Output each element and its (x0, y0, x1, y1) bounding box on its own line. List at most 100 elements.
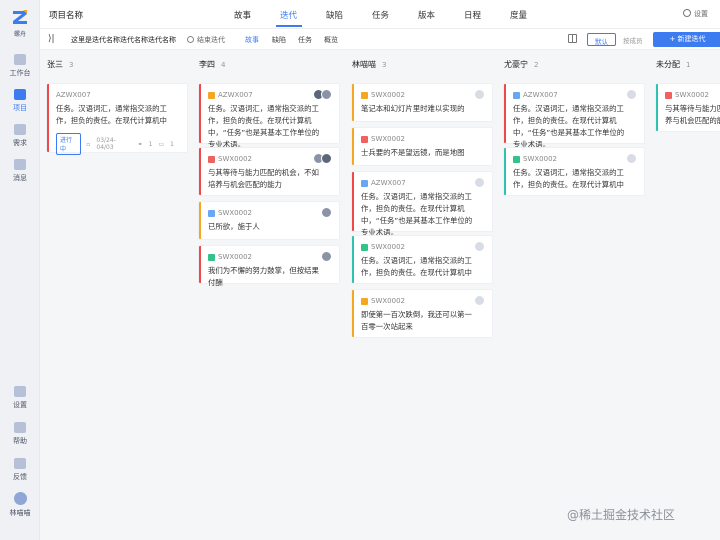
layout-toggle-icon[interactable] (568, 34, 577, 43)
assignee-avatar[interactable] (321, 153, 332, 164)
tab-metrics[interactable]: 度量 (510, 9, 527, 21)
rail-item-help[interactable]: 帮助 (0, 422, 40, 446)
end-iteration-button[interactable]: 结束迭代 (187, 35, 225, 45)
issue-card[interactable]: AZWX007 任务。汉语词汇，通常指交派的工作，担负的责任。在现代计算机中，“… (352, 172, 492, 237)
story-type-icon (361, 91, 368, 99)
subtab-tasks[interactable]: 任务 (298, 35, 312, 45)
issue-card[interactable]: AZWX007 任务。汉语词汇，通常指交派的工作，担负的责任。在现代计算机中，“… (504, 84, 644, 149)
link-icon: ⚭ (137, 140, 143, 148)
column-title: 李四 (199, 60, 215, 69)
issue-title: 与其等待与能力匹配的机会，不如培养与机会匹配的能力 (208, 168, 319, 189)
assignee-avatar[interactable] (474, 177, 485, 188)
app-logo[interactable]: 螺舟 (0, 8, 40, 38)
status-badge[interactable]: 进行中 (56, 133, 82, 155)
rail-label: 反馈 (13, 473, 27, 481)
assignee-avatar[interactable] (321, 89, 332, 100)
issue-card[interactable]: SWX0002 任务。汉语词汇，通常指交派的工作，担负的责任。在现代计算机中 (504, 148, 644, 195)
segment-by-member[interactable]: 按成员 (616, 33, 650, 46)
help-icon (14, 422, 26, 433)
issue-card[interactable]: SWX0002 即使第一百次跌倒，我还可以第一百零一次站起来 (352, 290, 492, 337)
assignee-avatar[interactable] (321, 251, 332, 262)
tab-stories[interactable]: 故事 (234, 9, 251, 21)
assignee-avatar[interactable] (474, 295, 485, 306)
column-title: 林喵喵 (352, 60, 376, 69)
subtab-defects[interactable]: 缺陷 (272, 35, 286, 45)
column-header: 张三 3 (40, 50, 183, 72)
column-linmiaomiao: 林喵喵 3 SWX0002 笔记本和幻灯片里时难以实现的 SWX0002 士兵要的… (345, 50, 492, 337)
task-type-icon (513, 91, 520, 99)
assignee-avatar[interactable] (626, 153, 637, 164)
column-youhaoning: 尤豪宁 2 AZWX007 任务。汉语词汇，通常指交派的工作，担负的责任。在现代计… (497, 50, 644, 195)
issue-id: SWX0002 (371, 135, 405, 143)
column-zhangsan: 张三 3 AZWX007 任务。汉语词汇，通常指交派的工作，担负的责任。在现代计算… (40, 50, 187, 155)
calendar-icon: ▫ (86, 140, 91, 148)
assignee-avatar[interactable] (474, 89, 485, 100)
subtab-overview[interactable]: 概览 (324, 35, 338, 45)
issue-id: SWX0002 (371, 243, 405, 251)
column-count: 1 (686, 61, 691, 69)
rail-label: 项目 (13, 104, 27, 112)
column-unassigned: 未分配 1 SWX0002 与其等待与能力匹配的机会，不如培养与机会匹配的能力 (649, 50, 720, 131)
rail-label: 工作台 (9, 69, 31, 77)
rail-item-workbench[interactable]: 工作台 (0, 54, 40, 78)
column-header: 林喵喵 3 (345, 50, 488, 72)
issue-card[interactable]: SWX0002 我们为不懈的努力鼓掌，但按结果付酬 (199, 246, 339, 287)
rail-item-requirements[interactable]: 需求 (0, 124, 40, 148)
issue-title: 我们为不懈的努力鼓掌，但按结果付酬 (208, 266, 319, 287)
issue-date: 03/24-04/03 (96, 137, 116, 151)
active-tab-indicator (276, 25, 302, 27)
issue-title: 任务。汉语词汇，通常指交派的工作，担负的责任。在现代计算机中，“任务”也是其基本… (361, 192, 473, 237)
rail-label: 设置 (13, 401, 27, 409)
rail-item-settings[interactable]: 设置 (0, 386, 40, 410)
assignee-avatar[interactable] (321, 207, 332, 218)
rail-item-messages[interactable]: 消息 (0, 159, 40, 183)
column-lisi: 李四 4 AZWX007 任务。汉语词汇，通常指交派的工作，担负的责任。在现代计算… (192, 50, 339, 287)
issue-card[interactable]: AZWX007 任务。汉语词汇，通常指交派的工作，担负的责任。在现代计算机中，“… (199, 84, 339, 149)
bug-type-icon (665, 91, 672, 99)
issue-card[interactable]: SWX0002 与其等待与能力匹配的机会，不如培养与机会匹配的能力 (199, 148, 339, 195)
issue-id: AZWX007 (218, 91, 253, 99)
segment-default[interactable]: 默认 (587, 33, 616, 46)
issue-card[interactable]: SWX0002 已所欲，施于人 (199, 202, 339, 239)
issue-title: 已所欲，施于人 (208, 222, 260, 231)
project-title: 项目名称 (49, 11, 84, 21)
issue-card[interactable]: AZWX007 任务。汉语词汇，通常指交派的工作，担负的责任。在现代计算机中 进… (47, 84, 187, 155)
rail-item-project[interactable]: 项目 (0, 89, 40, 113)
issue-card[interactable]: SWX0002 与其等待与能力匹配的机会，不如培养与机会匹配的能力 (656, 84, 720, 131)
iteration-name[interactable]: 这里是迭代名称迭代名称迭代名称 (71, 35, 176, 45)
issue-card[interactable]: SWX0002 笔记本和幻灯片里时难以实现的 (352, 84, 492, 121)
issue-id: SWX0002 (523, 155, 557, 163)
issue-title: 笔记本和幻灯片里时难以实现的 (361, 104, 465, 113)
bug-type-icon (361, 135, 368, 143)
column-count: 3 (69, 61, 74, 69)
done-type-icon (361, 243, 368, 251)
issue-card[interactable]: SWX0002 士兵要的不是望远镜，而是地图 (352, 128, 492, 165)
subtab-stories[interactable]: 故事 (245, 35, 259, 45)
assignee-avatar[interactable] (474, 241, 485, 252)
rail-item-user[interactable]: 林喵喵 (0, 492, 40, 518)
collapse-panel-icon[interactable]: ⟩| (48, 34, 55, 44)
column-title: 尤豪宁 (504, 60, 528, 69)
issue-id: AZWX007 (371, 179, 406, 187)
column-title: 未分配 (656, 60, 680, 69)
tab-versions[interactable]: 版本 (418, 9, 435, 21)
tab-schedule[interactable]: 日程 (464, 9, 481, 21)
column-header: 尤豪宁 2 (497, 50, 640, 72)
rail-item-feedback[interactable]: 反馈 (0, 458, 40, 482)
new-iteration-button[interactable]: + 新建迭代 (653, 32, 720, 47)
rail-label: 消息 (13, 174, 27, 182)
issue-card[interactable]: SWX0002 任务。汉语词汇，通常指交派的工作，担负的责任。在现代计算机中 (352, 236, 492, 283)
kanban-board: 张三 3 AZWX007 任务。汉语词汇，通常指交派的工作，担负的责任。在现代计算… (40, 50, 720, 540)
tab-tasks[interactable]: 任务 (372, 9, 389, 21)
tab-iterations[interactable]: 迭代 (280, 9, 297, 21)
issue-meta: 进行中 ▫ 03/24-04/03 ⚭ 1 ▭ 1 (56, 133, 180, 155)
tab-defects[interactable]: 缺陷 (326, 9, 343, 21)
issue-title: 任务。汉语词汇，通常指交派的工作，担负的责任。在现代计算机中，“任务”也是其基本… (513, 104, 625, 149)
check-circle-icon (187, 36, 194, 43)
assignee-avatar[interactable] (626, 89, 637, 100)
issue-title: 与其等待与能力匹配的机会，不如培养与机会匹配的能力 (665, 104, 720, 125)
issue-id: SWX0002 (218, 253, 252, 261)
comment-count: 1 (170, 140, 174, 148)
settings-button[interactable]: 设置 (683, 9, 708, 19)
watermark: @稀土掘金技术社区 (567, 508, 676, 522)
